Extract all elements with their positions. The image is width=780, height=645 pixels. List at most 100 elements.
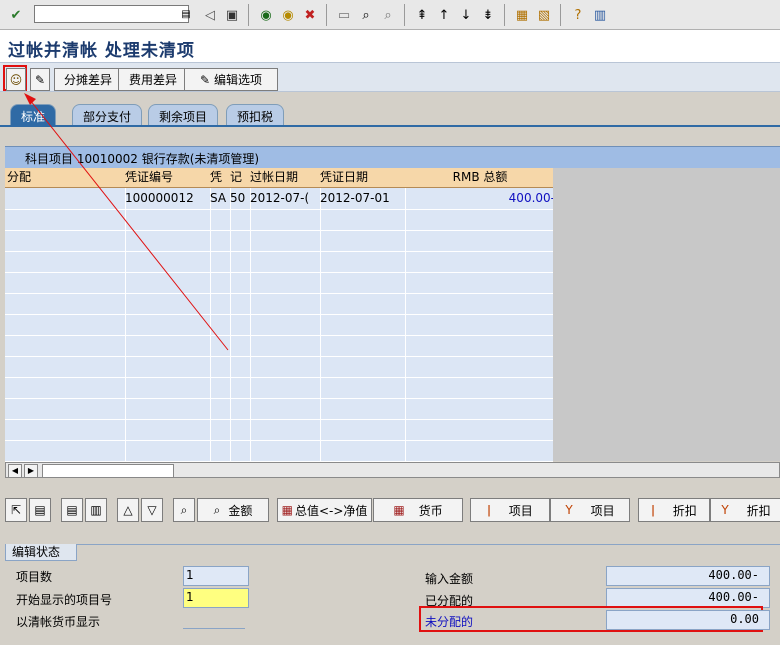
back-icon[interactable]: ◉ [256, 5, 276, 25]
tab-standard[interactable]: 标准 [10, 104, 57, 127]
empty-cell [123, 230, 211, 251]
empty-cell [318, 251, 406, 272]
select-icon[interactable]: ⇱ [5, 498, 27, 522]
cancel-icon[interactable]: ✖ [300, 5, 320, 25]
table-row[interactable]: 100000012 SA 50 2012-07-( 2012-07-01 400… [5, 188, 560, 210]
item-count-field: 1 [183, 566, 249, 586]
empty-cell [5, 419, 126, 440]
scroll-thumb[interactable] [42, 464, 174, 478]
unassigned-label: 未分配的 [425, 615, 474, 629]
column-header-assignment[interactable]: 分配 [5, 168, 126, 188]
split-difference-button[interactable]: 分摊差异 [54, 68, 122, 91]
table-title: 科目项目 10010002 银行存款(未清项管理) [25, 152, 260, 166]
table-title-bar: 科目项目 10010002 银行存款(未清项管理) [5, 146, 780, 168]
gross-net-button[interactable]: ▦ 总值<->净值 [277, 498, 372, 522]
cell-assignment [5, 188, 126, 209]
discount-label-2: 折扣 [746, 503, 771, 518]
empty-cell [403, 314, 556, 335]
empty-row[interactable] [5, 440, 556, 462]
help-icon[interactable]: ? [568, 5, 588, 25]
column-header-posting-date[interactable]: 过帐日期 [248, 168, 321, 188]
command-field[interactable] [34, 5, 189, 23]
tab-remaining-items[interactable]: 剩余项目 [148, 104, 219, 127]
empty-cell [123, 398, 211, 419]
amount-button[interactable]: ⌕ 金额 [197, 498, 269, 522]
edit-icon[interactable]: ✎ [30, 68, 50, 91]
exit-icon[interactable]: ◉ [278, 5, 298, 25]
empty-row[interactable] [5, 377, 556, 399]
find-icon[interactable]: ⌕ [356, 5, 376, 25]
empty-cell [248, 335, 321, 356]
application-toolbar: ☺ ✎ 分摊差异 费用差异 ✎ 编辑选项 [0, 62, 780, 92]
empty-row[interactable] [5, 356, 556, 378]
currency-button[interactable]: ▦ 货币 [373, 498, 463, 522]
activate-items-icon[interactable]: ▤ [61, 498, 83, 522]
empty-row[interactable] [5, 272, 556, 294]
layout-menu-icon[interactable]: ▥ [590, 5, 610, 25]
edit-options-button[interactable]: ✎ 编辑选项 [184, 68, 278, 91]
discount-label-1: 折扣 [672, 503, 697, 518]
unassigned-field: 0.00 [606, 610, 770, 630]
find-next-icon[interactable]: ⌕ [378, 5, 398, 25]
new-session-icon[interactable]: ▦ [512, 5, 532, 25]
column-header-doc-number[interactable]: 凭证编号 [123, 168, 211, 188]
empty-cell [248, 398, 321, 419]
empty-row[interactable] [5, 209, 556, 231]
person-icon[interactable]: ☺ [6, 68, 26, 91]
page-title: 过帐并清帐 处理未清项 [8, 41, 195, 61]
tab-partial-payment[interactable]: 部分支付 [72, 104, 143, 127]
empty-cell [123, 335, 211, 356]
column-header-doc-date[interactable]: 凭证日期 [318, 168, 406, 188]
discount-button-2[interactable]: Y 折扣 [710, 498, 780, 522]
empty-row[interactable] [5, 251, 556, 273]
empty-cell [248, 314, 321, 335]
empty-cell [403, 398, 556, 419]
empty-cell [123, 419, 211, 440]
horizontal-scrollbar[interactable]: ◀ ▶ [5, 462, 780, 478]
deactivate-items-icon[interactable]: ▥ [85, 498, 107, 522]
empty-cell [318, 398, 406, 419]
last-page-icon[interactable]: ⇟ [478, 5, 498, 25]
search-icon[interactable]: ⌕ [173, 498, 195, 522]
command-history-icon[interactable]: ▤ [176, 5, 196, 25]
start-item-input[interactable]: 1 [183, 588, 249, 608]
pencil-icon: ✎ [199, 72, 211, 87]
empty-row[interactable] [5, 293, 556, 315]
empty-row[interactable] [5, 419, 556, 441]
empty-cell [403, 230, 556, 251]
next-page-icon[interactable]: ↓ [456, 5, 476, 25]
discount-button-1[interactable]: ǀ 折扣 [638, 498, 710, 522]
clearing-currency-label: 以清帐货币显示 [16, 615, 101, 629]
enter-check-icon[interactable]: ✔ [6, 5, 26, 25]
items-button-2[interactable]: Y 项目 [550, 498, 630, 522]
discount-marker-icon: ǀ [651, 503, 655, 517]
column-header-total-rmb[interactable]: RMB 总额 [403, 168, 556, 188]
empty-row[interactable] [5, 230, 556, 252]
expense-difference-button[interactable]: 费用差异 [118, 68, 188, 91]
collapse-left-icon[interactable]: ◁ [200, 5, 220, 25]
clearing-currency-checkbox-area[interactable] [183, 611, 245, 629]
empty-cell [5, 440, 126, 461]
sort-icon[interactable]: △ [117, 498, 139, 522]
cell-total-rmb: 400.00- [403, 188, 560, 209]
empty-cell [248, 272, 321, 293]
empty-row[interactable] [5, 314, 556, 336]
scroll-right-icon[interactable]: ▶ [24, 464, 38, 478]
scroll-left-icon[interactable]: ◀ [8, 464, 22, 478]
print-icon[interactable]: ▭ [334, 5, 354, 25]
empty-row[interactable] [5, 398, 556, 420]
items-button-1[interactable]: ǀ 项目 [470, 498, 550, 522]
filter-icon[interactable]: ▽ [141, 498, 163, 522]
first-page-icon[interactable]: ⇞ [412, 5, 432, 25]
empty-cell [318, 335, 406, 356]
table-empty-area [553, 168, 780, 461]
save-icon[interactable]: ▣ [222, 5, 242, 25]
shortcut-icon[interactable]: ▧ [534, 5, 554, 25]
empty-cell [403, 251, 556, 272]
empty-cell [123, 440, 211, 461]
select-block-icon[interactable]: ▤ [29, 498, 51, 522]
currency-label: 货币 [418, 503, 443, 518]
tab-withholding-tax[interactable]: 预扣税 [226, 104, 285, 127]
empty-row[interactable] [5, 335, 556, 357]
previous-page-icon[interactable]: ↑ [434, 5, 454, 25]
